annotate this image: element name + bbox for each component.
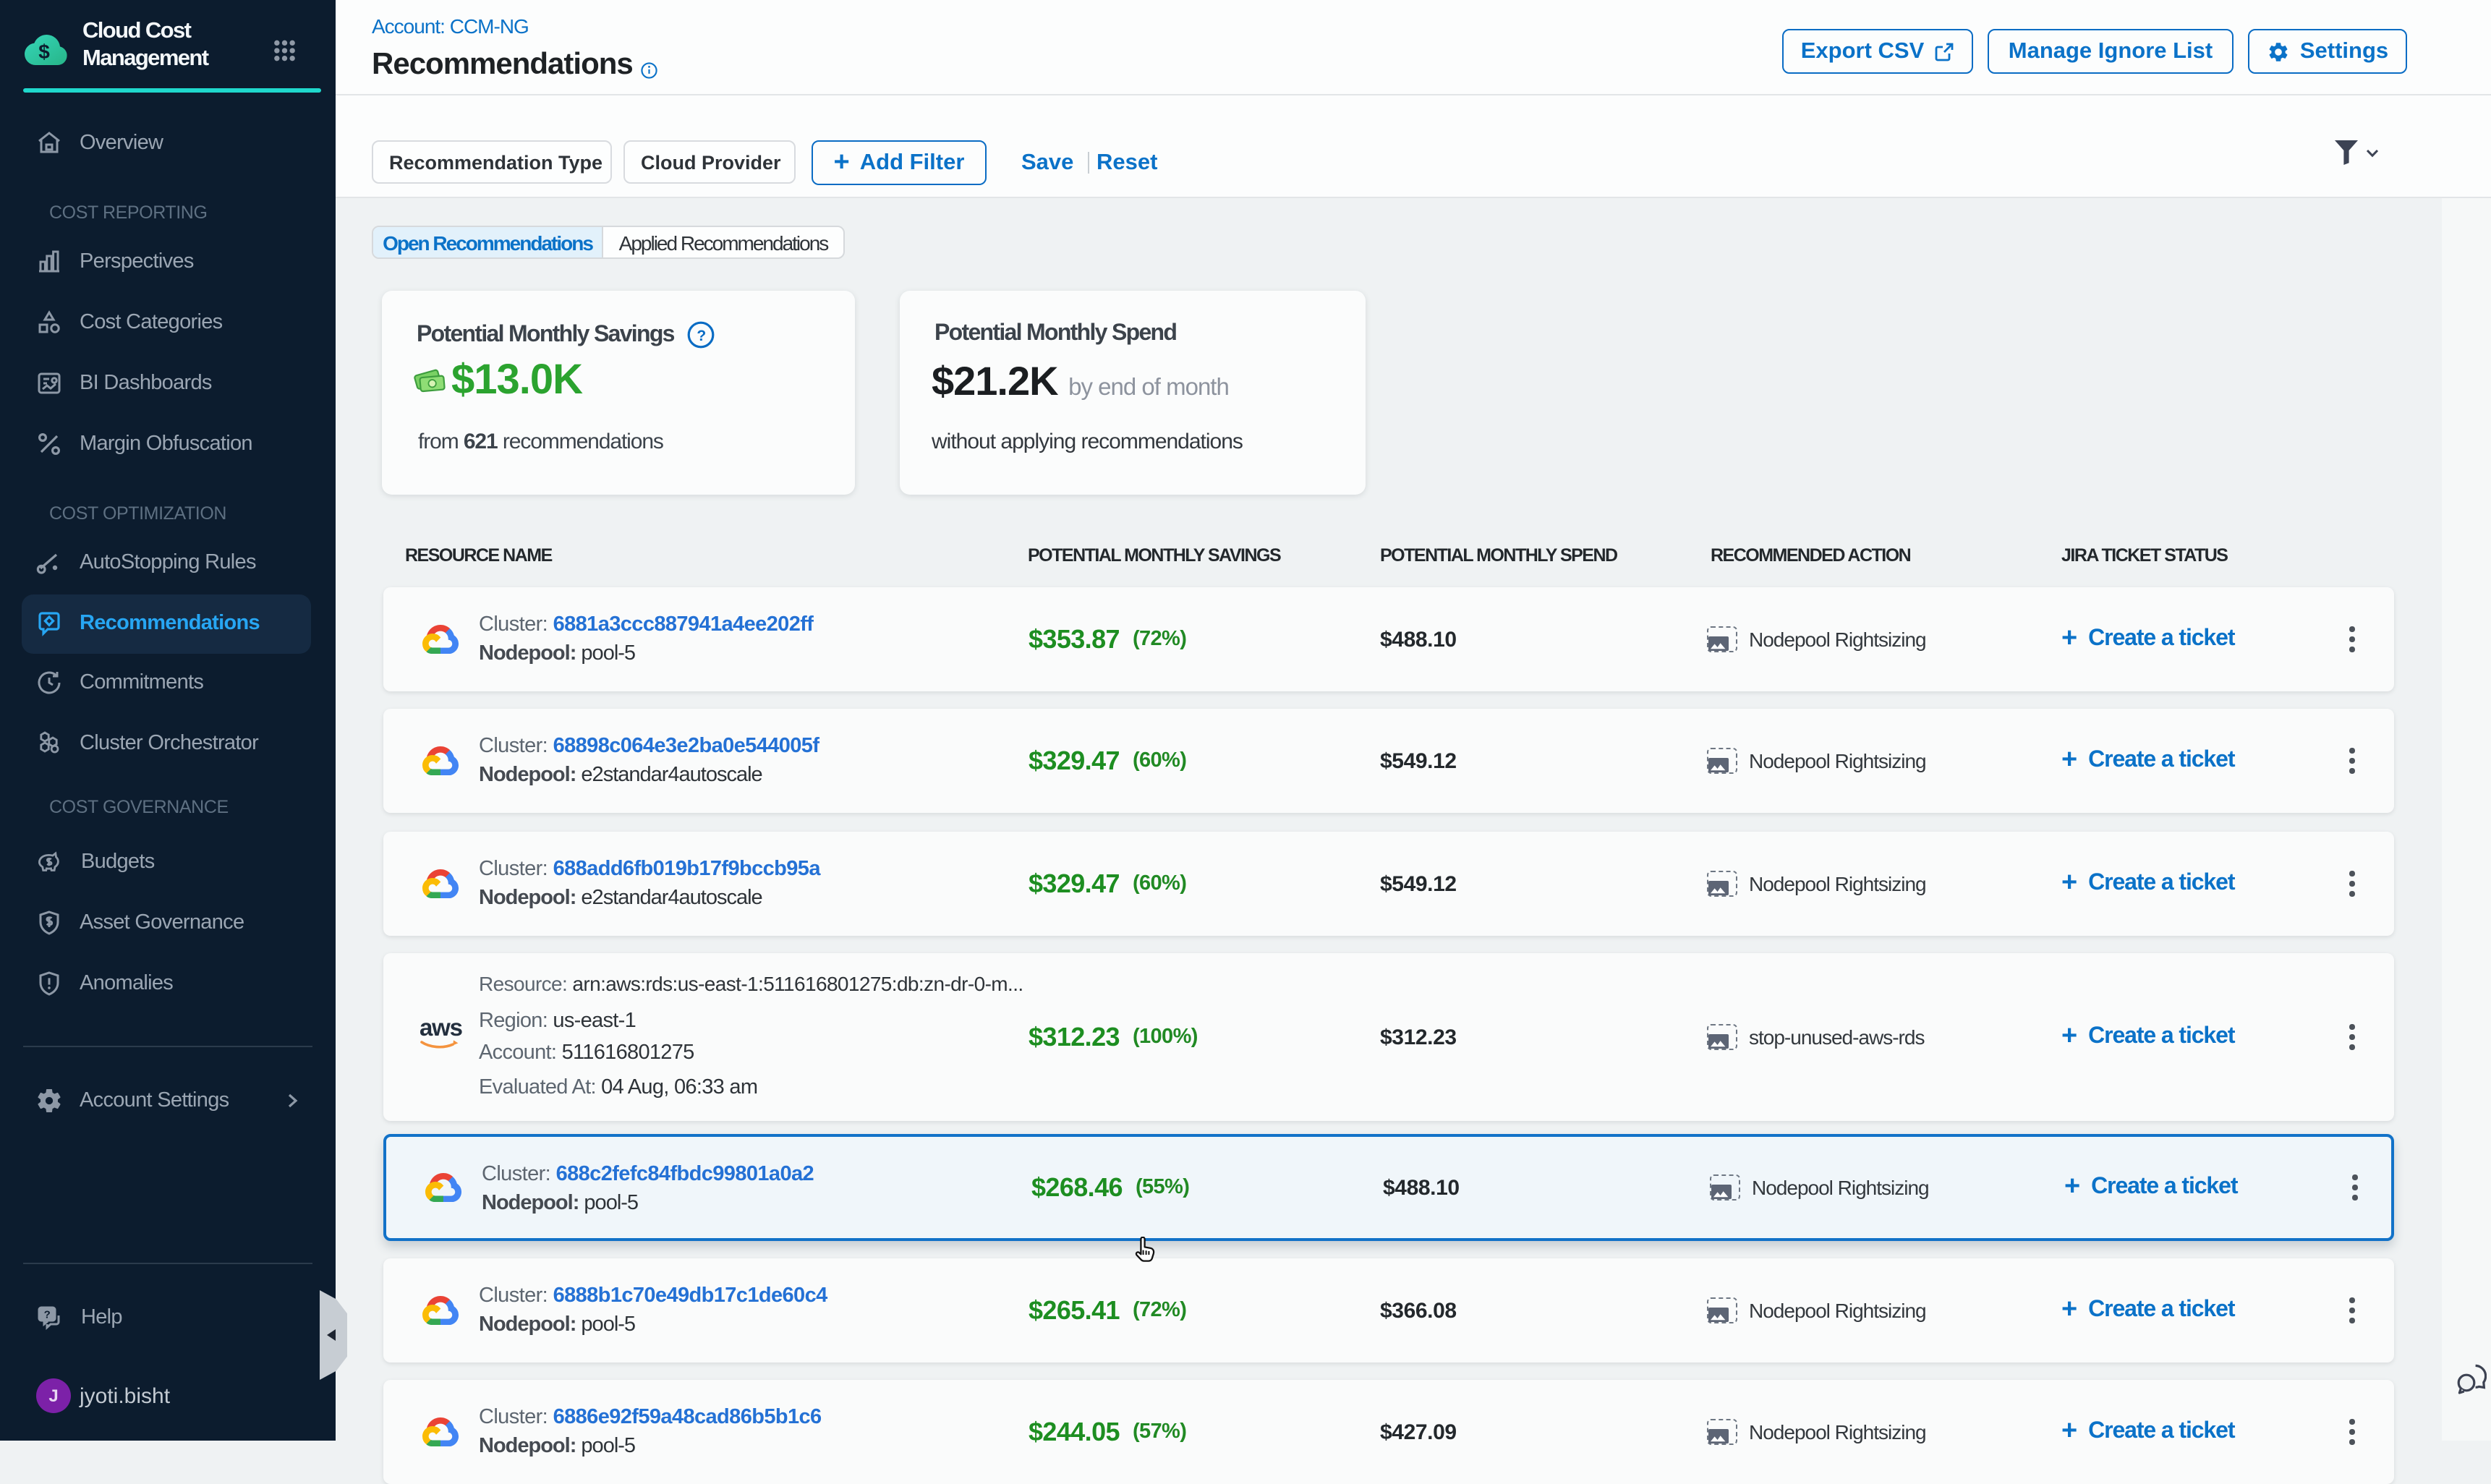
svg-text:?: ? [697, 328, 705, 344]
svg-text:aws: aws [420, 1014, 462, 1041]
svg-text:?: ? [44, 1308, 51, 1321]
svg-text:$: $ [38, 40, 50, 63]
